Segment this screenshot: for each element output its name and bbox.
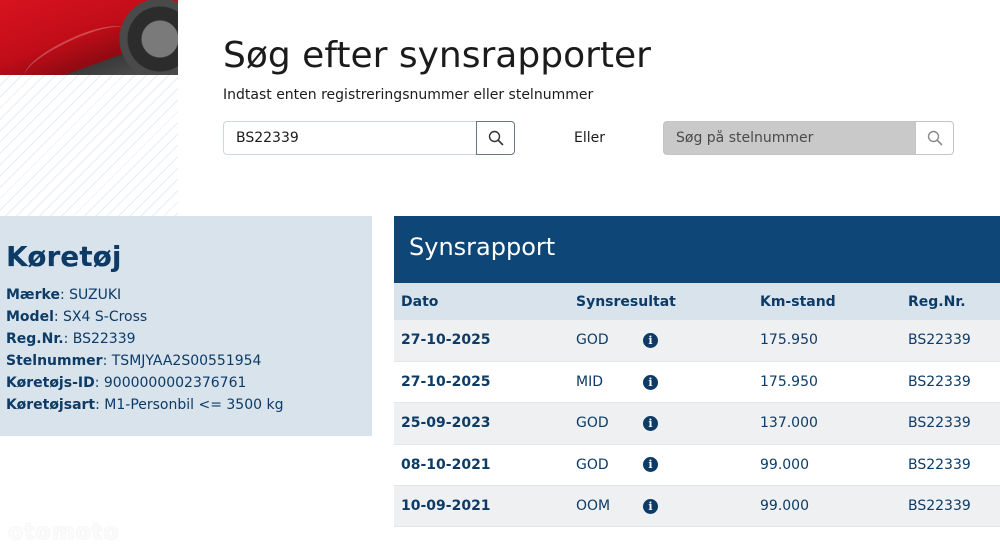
info-icon[interactable]: i <box>643 374 658 390</box>
search-icon <box>927 130 942 146</box>
field-value: SUZUKI <box>69 287 122 303</box>
row-reg: BS22339 <box>908 361 1000 404</box>
row-km: 137.000 <box>760 402 908 445</box>
vehicle-info-panel: Køretøj Mærke: SUZUKI Model: SX4 S-Cross… <box>0 216 372 436</box>
row-reg: BS22339 <box>908 485 1000 528</box>
report-table: Dato Synsresultat Km-stand Reg.Nr. 27-10… <box>394 283 1000 528</box>
vehicle-field-make: Mærke: SUZUKI <box>6 287 122 303</box>
row-result: GOD i <box>576 444 760 487</box>
registration-search-button[interactable] <box>476 121 515 155</box>
row-date: 25-09-2023 <box>394 402 576 445</box>
column-header-km: Km-stand <box>760 283 908 320</box>
info-icon[interactable]: i <box>643 457 658 473</box>
row-reg: BS22339 <box>908 444 1000 487</box>
row-result: GOD i <box>576 402 760 445</box>
row-km: 175.950 <box>760 320 908 362</box>
vehicle-field-type: Køretøjsart: M1-Personbil <= 3500 kg <box>6 397 284 413</box>
result-label: OOM <box>576 498 611 515</box>
result-label: GOD <box>576 456 609 473</box>
table-row[interactable]: 10-09-2021 OOM i 99.000 BS22339 <box>394 485 1000 528</box>
row-km: 99.000 <box>760 444 908 487</box>
table-row[interactable]: 27-10-2025 GOD i 175.950 BS22339 <box>394 320 1000 362</box>
search-instructions: Indtast enten registreringsnummer eller … <box>223 87 594 103</box>
field-label: Stelnummer <box>6 353 103 369</box>
field-label: Reg.Nr. <box>6 331 64 347</box>
vin-input[interactable] <box>663 121 916 155</box>
table-row[interactable]: 08-10-2021 GOD i 99.000 BS22339 <box>394 444 1000 487</box>
vehicle-field-model: Model: SX4 S-Cross <box>6 309 148 325</box>
info-icon[interactable]: i <box>643 332 658 348</box>
row-result: MID i <box>576 361 760 404</box>
info-icon[interactable]: i <box>643 498 658 514</box>
row-reg: BS22339 <box>908 320 1000 362</box>
row-date: 08-10-2021 <box>394 444 576 487</box>
row-result: OOM i <box>576 485 760 528</box>
page-title: Søg efter synsrapporter <box>223 35 651 76</box>
column-header-date: Dato <box>394 283 576 320</box>
table-header-row: Dato Synsresultat Km-stand Reg.Nr. <box>394 283 1000 320</box>
column-header-result: Synsresultat <box>576 283 760 320</box>
report-title: Synsrapport <box>394 216 1000 283</box>
info-icon[interactable]: i <box>643 415 658 431</box>
field-label: Mærke <box>6 287 60 303</box>
or-separator: Eller <box>574 130 605 146</box>
row-result: GOD i <box>576 320 760 362</box>
table-row[interactable]: 27-10-2025 MID i 175.950 BS22339 <box>394 361 1000 404</box>
car-photo <box>0 0 178 75</box>
car-door-crease <box>18 16 132 75</box>
field-value: M1-Personbil <= 3500 kg <box>104 397 284 413</box>
field-value: SX4 S-Cross <box>63 309 148 325</box>
search-icon <box>488 130 503 146</box>
vehicle-field-reg: Reg.Nr.: BS22339 <box>6 331 136 347</box>
row-date: 27-10-2025 <box>394 320 576 362</box>
vehicle-field-id: Køretøjs-ID: 9000000002376761 <box>6 375 247 391</box>
inspection-report: Synsrapport Dato Synsresultat Km-stand R… <box>394 216 1000 528</box>
result-label: GOD <box>576 332 609 349</box>
watermark: otomoto <box>8 520 120 545</box>
row-date: 27-10-2025 <box>394 361 576 404</box>
row-km: 175.950 <box>760 361 908 404</box>
row-km: 99.000 <box>760 485 908 528</box>
field-label: Model <box>6 309 54 325</box>
row-reg: BS22339 <box>908 402 1000 445</box>
vehicle-field-vin: Stelnummer: TSMJYAA2S00551954 <box>6 353 262 369</box>
table-row[interactable]: 25-09-2023 GOD i 137.000 BS22339 <box>394 402 1000 445</box>
field-label: Køretøjs-ID <box>6 375 95 391</box>
registration-number-input[interactable] <box>223 121 477 155</box>
field-label: Køretøjsart <box>6 397 96 413</box>
field-value: BS22339 <box>72 331 136 347</box>
result-label: GOD <box>576 415 609 432</box>
car-wheel <box>116 0 178 75</box>
field-value: TSMJYAA2S00551954 <box>111 353 262 369</box>
vin-search-button[interactable] <box>915 121 954 155</box>
field-value: 9000000002376761 <box>103 375 247 391</box>
result-label: MID <box>576 374 603 391</box>
row-date: 10-09-2021 <box>394 485 576 528</box>
vehicle-title: Køretøj <box>6 240 122 273</box>
decorative-pattern <box>0 75 178 216</box>
column-header-reg: Reg.Nr. <box>908 283 1000 320</box>
